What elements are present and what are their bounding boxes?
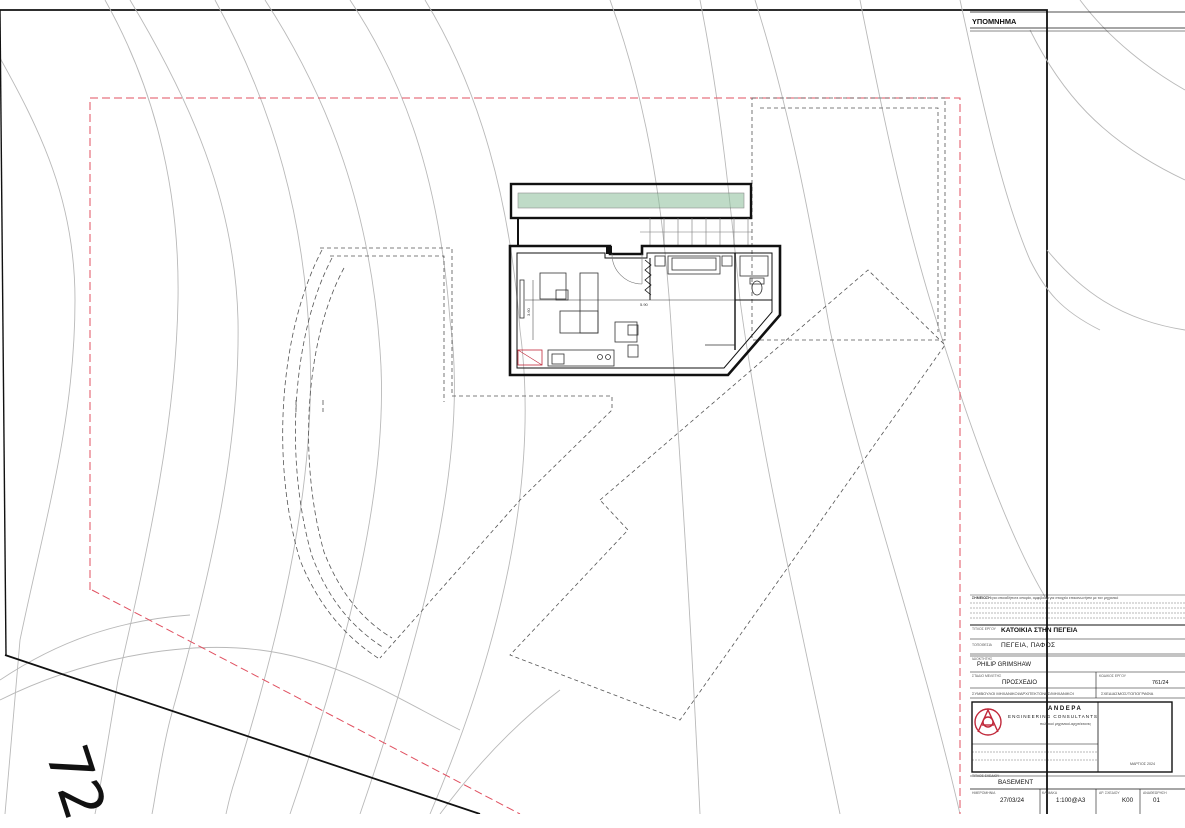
exterior-wall xyxy=(508,244,782,377)
firm-description: πολιτικοί μηχανικοί-αρχιτέκτονες xyxy=(1040,722,1092,726)
sofa xyxy=(539,272,567,300)
toilet xyxy=(751,280,763,296)
scale-value: 1:100@A3 xyxy=(1056,797,1086,804)
company-logo xyxy=(974,708,1002,736)
drawing-no-label: ΑΡ. ΣΧΕΔΙΟΥ xyxy=(1099,791,1120,795)
stage-value: ΠΡΟΣΧΕΔΙΟ xyxy=(1002,680,1038,686)
revision-label: ΑΝΑΘΕΩΡΗΣΗ xyxy=(1143,791,1167,795)
drawing-title-label: ΤΙΤΛΟΣ ΣΧΕΔΙΟΥ xyxy=(972,774,1000,778)
interior-wall-line xyxy=(516,252,773,369)
survey-label: ΣΧΕΔΙΑΣΜΟΣ/ΤΟΠΟΓΡΑΦΙΑ xyxy=(1101,691,1154,696)
location-label: ΤΟΠΟΘΕΣΙΑ xyxy=(972,643,992,647)
scale-label: ΚΛΙΜΑΚΑ xyxy=(1042,791,1058,795)
bed xyxy=(667,255,721,275)
firm-subtitle: ENGINEERING CONSULTANTS xyxy=(1008,714,1098,719)
pool-outline xyxy=(282,249,393,659)
plot-boundary-line xyxy=(91,589,521,814)
furniture xyxy=(519,255,769,367)
owner-label: ΙΔΙΟΚΤΗΤΗΣ xyxy=(972,657,993,661)
project-label: ΤΙΤΛΟΣ ΕΡΓΟΥ xyxy=(972,627,996,631)
date-label: ΗΜΕΡΟΜΗΝΙΑ xyxy=(972,791,996,795)
project-code-value: 761/24 xyxy=(1152,680,1169,686)
frame-left-line xyxy=(0,9,7,656)
planter-hatch xyxy=(517,192,745,209)
firm-name: ANDEPA xyxy=(1048,706,1083,712)
location-value: ΠΕΓΕΙΑ, ΠΑΦΟΣ xyxy=(1001,642,1056,649)
drawing-frame xyxy=(0,9,1048,814)
drawing-title: BASEMENT xyxy=(998,779,1034,786)
project-title: ΚΑΤΟΙΚΙΑ ΣΤΗΝ ΠΕΓΕΙΑ xyxy=(1001,627,1078,634)
consultants-label: ΣΥΜΒΟΥΛΟΙ ΜΗΧΑΝΙΚΟΙ/ΑΡΧΙΤΕΚΤΟΝΕΣ/ΜΗΧΑΝΙΚ… xyxy=(972,691,1074,696)
tv-unit xyxy=(519,279,525,319)
date-value: 27/03/24 xyxy=(1000,797,1025,804)
stairs xyxy=(640,218,752,246)
partitions xyxy=(644,253,772,350)
width-dimension-label: 5.90 xyxy=(640,302,649,307)
note-label: ΣΗΜΕΙΩΣΗ: xyxy=(972,596,992,600)
stage-label: ΣΤΑΔΙΟ ΜΕΛΕΤΗΣ xyxy=(972,674,1002,678)
note-text: για οποιαδήποτε απορία, αμφιβολία για στ… xyxy=(992,596,1119,600)
upper-floor-outlines xyxy=(320,97,946,721)
depth-dimension-label: 3.60 xyxy=(526,307,531,316)
legend-title: ΥΠΟΜΝΗΜΑ xyxy=(972,17,1017,26)
project-code-label: ΚΩΔΙΚΟΣ ΕΡΓΟΥ xyxy=(1099,674,1127,678)
basement-floor-plan: 5.90 3.60 xyxy=(508,182,782,377)
revision-value: 01 xyxy=(1153,797,1160,804)
drawing-no-value: K00 xyxy=(1122,797,1134,804)
owner-value: PHILIP GRIMSHAW xyxy=(977,662,1032,668)
issue-month: ΜΑΡΤΙΟΣ 2024 xyxy=(1130,762,1155,766)
